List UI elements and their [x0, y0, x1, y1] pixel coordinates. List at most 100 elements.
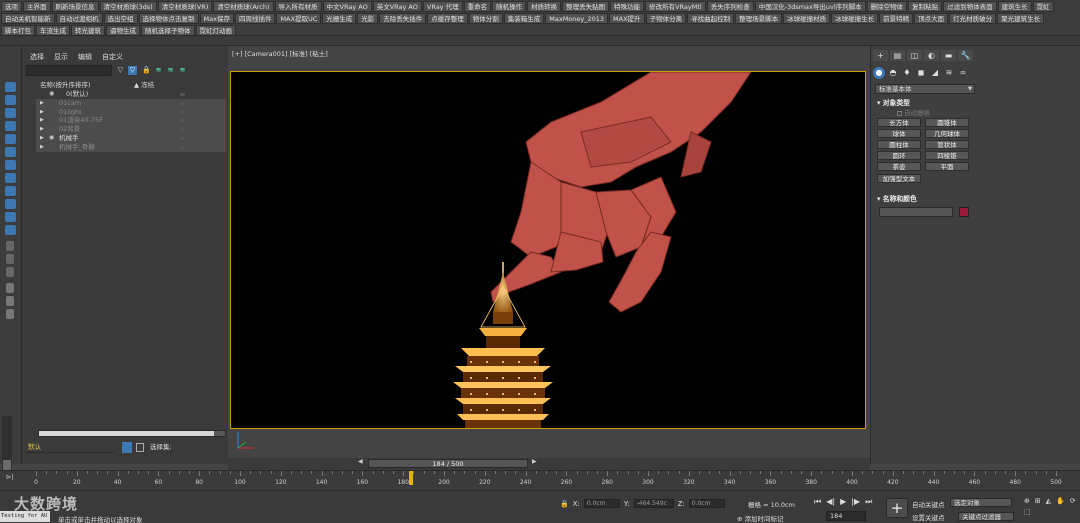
funnel-icon[interactable]	[6, 296, 14, 306]
script-button[interactable]: VRay 代理	[422, 1, 463, 12]
expand-arrow-icon[interactable]: ▶	[40, 108, 44, 117]
layer-row[interactable]: ▶ 机械手_骨骼	[36, 142, 226, 152]
object-type-button[interactable]: 圆柱体	[877, 140, 921, 149]
script-button[interactable]: 光影	[357, 13, 379, 24]
command-tab-icon[interactable]: ▬	[941, 50, 956, 61]
camera-viewport[interactable]	[230, 71, 866, 429]
create-subtab-icon[interactable]: ∞	[957, 67, 969, 79]
timeline-playhead[interactable]	[409, 471, 414, 485]
script-button[interactable]: 脚本打包	[1, 25, 35, 35]
layer-merge-icon[interactable]: ≋	[178, 66, 187, 75]
freeze-toggle-icon[interactable]	[180, 128, 185, 132]
script-button[interactable]: MAX提取UC	[276, 13, 322, 24]
script-button[interactable]: MaxMoney_2013	[545, 13, 609, 24]
script-button[interactable]: 子物体分离	[645, 13, 687, 24]
script-button[interactable]: 灯光材质破分	[949, 13, 997, 24]
layer-icon[interactable]	[6, 241, 14, 251]
layer-row[interactable]: ▶ 01渲染40-75F	[36, 116, 226, 126]
explorer-menu-item[interactable]: 自定义	[102, 52, 123, 62]
maxscript-listener[interactable]: Testing for AU	[0, 511, 50, 522]
script-button[interactable]: 逼物生成	[106, 25, 140, 35]
object-name-input[interactable]	[879, 207, 953, 217]
script-button[interactable]: 清空材质球(3ds)	[99, 1, 157, 12]
expand-arrow-icon[interactable]: ▶	[40, 99, 44, 108]
text-plus-button[interactable]: 加强型文本	[877, 174, 921, 183]
script-button[interactable]: 材质转换	[527, 1, 562, 12]
left-scroll-thumb[interactable]	[3, 460, 11, 470]
select-tool-icon[interactable]	[5, 82, 16, 92]
layer-row[interactable]: ▶ ◉ 机械手	[36, 133, 226, 143]
next-frame-icon[interactable]: ▶	[532, 458, 537, 465]
script-button[interactable]: 冰球碰撞生长	[831, 13, 879, 24]
command-tab-icon[interactable]: ◐	[924, 50, 939, 61]
script-button[interactable]: 修改所有VRayMtl	[645, 1, 706, 12]
zoom-all-icon[interactable]: ⊞	[1035, 497, 1041, 505]
selection-set-icon[interactable]	[136, 443, 144, 452]
layer-row[interactable]: ◉ 0(默认)	[36, 90, 226, 99]
time-slider[interactable]: 184 / 500	[368, 459, 528, 468]
script-button[interactable]: 自动关机智能新	[1, 13, 55, 24]
explorer-search-input[interactable]	[26, 65, 112, 76]
explorer-menu-item[interactable]: 显示	[54, 52, 68, 62]
explorer-hscroll[interactable]	[38, 430, 226, 437]
script-button[interactable]: 丢失序列检查	[706, 1, 754, 12]
pan-icon[interactable]: ✋	[1056, 497, 1065, 505]
helper-tool-icon[interactable]	[5, 134, 16, 144]
script-button[interactable]: 物体分割	[468, 13, 503, 24]
script-button[interactable]: 转光建筑	[71, 25, 105, 35]
object-type-button[interactable]: 球体	[877, 129, 921, 138]
object-type-button[interactable]: 圆锥体	[925, 118, 969, 127]
script-button[interactable]: 复制粘贴	[908, 1, 943, 12]
script-button[interactable]: 集装箱生成	[503, 13, 545, 24]
zoom-icon[interactable]: ⊕	[1024, 497, 1030, 505]
script-button[interactable]: 中国汉化-3dsmax导出uvl序列脚本	[754, 1, 866, 12]
script-button[interactable]: 随机选择子物体	[141, 25, 195, 35]
layer-toggle-button[interactable]	[122, 442, 132, 453]
display-tool-icon[interactable]	[5, 95, 16, 105]
object-type-button[interactable]: 管状体	[925, 140, 969, 149]
freeze-toggle-icon[interactable]	[180, 93, 185, 96]
maximize-icon[interactable]: ⬚	[1024, 508, 1031, 516]
bone-tool-icon[interactable]	[5, 173, 16, 183]
script-button[interactable]: 选出空组	[103, 13, 138, 24]
visibility-eye-icon[interactable]: ◉	[49, 90, 54, 99]
create-subtab-icon[interactable]: ♦	[901, 67, 913, 79]
object-type-button[interactable]: 长方体	[877, 118, 921, 127]
script-button[interactable]: 随机操作	[492, 1, 527, 12]
layer-stack-icon[interactable]: ≋	[154, 66, 163, 75]
explorer-menu-item[interactable]: 选择	[30, 52, 44, 62]
script-button[interactable]: 清空材质球(Arch)	[213, 1, 274, 12]
script-button[interactable]: 特殊功能	[610, 1, 645, 12]
script-button[interactable]: 自动过渡相机	[55, 13, 103, 24]
freeze-toggle-icon[interactable]	[180, 101, 185, 105]
script-button[interactable]: 导入所有材质	[274, 1, 322, 12]
script-button[interactable]: 顶点大面	[914, 13, 949, 24]
object-type-button[interactable]: 几何球体	[925, 129, 969, 138]
create-subtab-icon[interactable]: ≋	[943, 67, 955, 79]
field-of-view-icon[interactable]: ◭	[1046, 497, 1051, 505]
autogrid-checkbox[interactable]: 自动栅格	[875, 108, 971, 118]
viewport-label[interactable]: [+] [Camera001] [标准] [粘土]	[232, 48, 328, 58]
object-type-button[interactable]: 四棱锥	[925, 151, 969, 160]
z-coord-input[interactable]: 0.0cm	[688, 499, 725, 508]
space-warp-tool-icon[interactable]	[5, 160, 16, 170]
expand-arrow-icon[interactable]: ▶	[40, 143, 44, 152]
script-button[interactable]: 选择物体点击复制	[138, 13, 199, 24]
freeze-column-header[interactable]: ▲ 冻结	[134, 79, 154, 89]
explorer-menu-item[interactable]: 编辑	[78, 52, 92, 62]
script-button[interactable]: 整理场景脚本	[735, 13, 783, 24]
script-button[interactable]: 刷新场景信息	[51, 1, 99, 12]
layer-add-icon[interactable]: ≋	[166, 66, 175, 75]
list-icon[interactable]	[6, 267, 14, 277]
layer-row[interactable]: ▶ 01cam	[36, 98, 226, 108]
script-button[interactable]: 寻找曲起控制	[687, 13, 735, 24]
name-column-header[interactable]: 名称(按升序排序)	[40, 79, 91, 89]
script-button[interactable]: 建筑生长	[997, 1, 1032, 12]
command-tab-icon[interactable]: +	[873, 50, 888, 61]
lock-icon[interactable]: 🔒	[142, 66, 151, 75]
x-coord-input[interactable]: 0.0cm	[583, 499, 620, 508]
script-button[interactable]: 四周线插件	[234, 13, 276, 24]
object-type-title[interactable]: ▾ 对象类型	[875, 98, 971, 108]
script-button[interactable]: 英文VRay AO	[372, 1, 422, 12]
expand-arrow-icon[interactable]: ▶	[40, 116, 44, 125]
